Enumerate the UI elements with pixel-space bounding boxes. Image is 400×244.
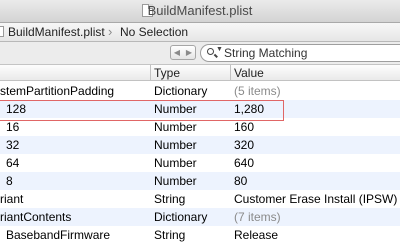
type-cell: Number [154,120,197,134]
type-cell: Dictionary [154,210,208,224]
column-divider[interactable] [230,65,231,80]
file-icon [0,26,4,37]
type-cell: String [154,192,186,206]
value-cell: 320 [234,138,255,152]
key-cell: 64 [6,156,20,170]
back-arrow-icon[interactable]: ◀ [171,46,183,59]
table-row[interactable]: BasebandFirmware String Release [0,226,400,244]
value-cell: 160 [234,120,255,134]
key-cell: riantContents [0,210,72,224]
table-row[interactable]: 8 Number 80 [0,172,400,190]
jump-bar: BuildManifest.plist › No Selection [0,23,400,42]
key-cell: 16 [6,120,20,134]
key-cell: 32 [6,138,20,152]
column-header-value[interactable]: Value [234,66,264,80]
table-row[interactable]: 64 Number 640 [0,154,400,172]
chevron-down-icon[interactable]: ▼ [216,46,223,53]
value-cell: Customer Erase Install (IPSW) [234,192,398,206]
key-cell: 8 [6,174,13,188]
navigation-buttons: ◀ ▶ [170,45,196,60]
type-cell: Number [154,156,197,170]
table-row[interactable]: 32 Number 320 [0,136,400,154]
table-row[interactable]: riantContents Dictionary (7 items) [0,208,400,226]
type-cell: Number [154,174,197,188]
key-cell: riant [0,192,24,206]
value-cell: 80 [234,174,248,188]
search-input[interactable] [224,45,394,61]
value-cell: (7 items) [234,210,281,224]
title-bar: BuildManifest.plist [0,0,400,23]
highlight-box [0,100,284,121]
search-field[interactable]: ▼ [200,44,400,62]
key-cell: stemPartitionPadding [0,84,115,98]
breadcrumb-separator: › [108,24,113,39]
toolbar: ◀ ▶ ▼ [0,42,400,65]
value-cell: 640 [234,156,255,170]
table-header: Type Value [0,65,400,81]
window-title: BuildManifest.plist [147,3,253,18]
forward-arrow-icon[interactable]: ▶ [183,46,195,59]
column-divider[interactable] [150,65,151,80]
column-header-type[interactable]: Type [154,66,180,80]
breadcrumb-file[interactable]: BuildManifest.plist [8,25,105,39]
table-row[interactable]: riant String Customer Erase Install (IPS… [0,190,400,208]
table-row[interactable]: stemPartitionPadding Dictionary (5 items… [0,82,400,100]
value-cell: (5 items) [234,84,281,98]
type-cell: Number [154,138,197,152]
breadcrumb-selection[interactable]: No Selection [120,25,188,39]
magnifier-icon[interactable] [207,48,214,55]
type-cell: Dictionary [154,84,208,98]
